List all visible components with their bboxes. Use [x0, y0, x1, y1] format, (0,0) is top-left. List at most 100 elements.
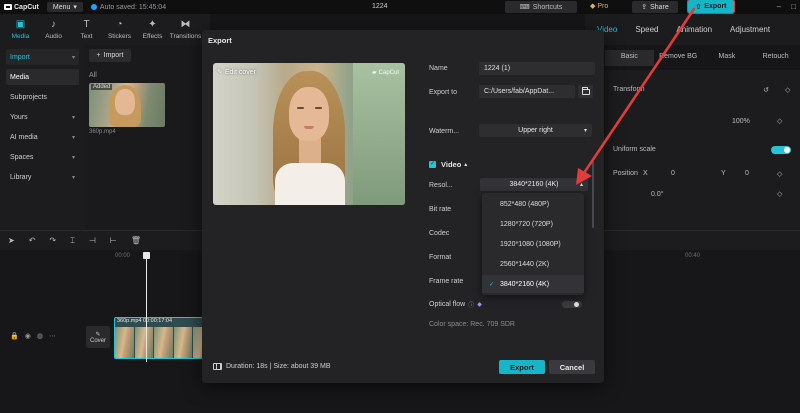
tool-effects[interactable]: ✦ Effects [136, 14, 169, 45]
x-value[interactable]: 0 [671, 170, 675, 177]
dialog-scrollbar[interactable] [592, 158, 594, 228]
bitrate-label: Bit rate [429, 206, 452, 213]
scale-value[interactable]: 100% [732, 118, 750, 125]
sidebar-item-subprojects[interactable]: Subprojects [6, 89, 79, 105]
sidebar-item-label: Import [10, 53, 30, 61]
sidebar-item-ai-media[interactable]: AI media ▾ [6, 129, 79, 145]
video-clip[interactable]: 360p.mp4 00:00:17:04 [114, 317, 214, 359]
shortcuts-label: Shortcuts [532, 3, 563, 11]
resolution-option-1080p[interactable]: 1920*1080 (1080P) [482, 235, 584, 253]
watermark-select[interactable]: Upper right ▾ [479, 124, 592, 137]
autosave-text: Auto saved: 15:45:04 [99, 3, 167, 11]
undo-icon[interactable]: ↶ [29, 236, 36, 245]
eye-icon[interactable]: ◉ [25, 332, 31, 340]
subtab-mask[interactable]: Mask [703, 50, 752, 66]
sidebar-item-yours[interactable]: Yours ▾ [6, 109, 79, 125]
reset-icon[interactable]: ↺ [763, 86, 769, 94]
minimize-icon[interactable]: – [777, 2, 781, 11]
subtab-retouch[interactable]: Retouch [751, 50, 800, 66]
ruler-start: 00:00 [115, 253, 131, 259]
split-left-icon[interactable]: ⊣ [89, 236, 96, 245]
video-checkbox[interactable]: ✓ [429, 161, 436, 168]
keyframe-icon[interactable]: ◇ [785, 86, 790, 94]
delete-icon[interactable]: 🗑 [131, 236, 141, 245]
playhead[interactable] [143, 252, 150, 362]
chevron-down-icon: ▾ [71, 134, 75, 141]
sidebar-item-label: Media [10, 73, 30, 81]
name-input[interactable]: 1224 (1) [479, 62, 595, 75]
chevron-down-icon: ▾ [71, 154, 75, 161]
split-icon[interactable]: ⌶ [70, 236, 75, 246]
chevron-down-icon: ▾ [73, 4, 77, 11]
video-section-label: Video [441, 160, 462, 169]
shortcuts-button[interactable]: ⌨ Shortcuts [505, 1, 577, 13]
split-right-icon[interactable]: ⊢ [110, 236, 117, 245]
subtab-remove-bg[interactable]: Remove BG [654, 50, 703, 66]
cancel-button[interactable]: Cancel [549, 360, 595, 374]
tool-transitions[interactable]: ⧓ Transitions [169, 14, 202, 45]
resolution-option-4k[interactable]: ✓ 3840*2160 (4K) [482, 275, 584, 293]
optical-flow-toggle[interactable] [562, 301, 582, 308]
y-value[interactable]: 0 [745, 170, 749, 177]
sidebar-item-media[interactable]: Media [6, 69, 79, 85]
checkmark-icon: ✓ [489, 281, 495, 288]
more-icon[interactable]: ⋯ [49, 332, 56, 340]
edit-cover-label: Edit cover [224, 68, 256, 76]
resolution-option-720p[interactable]: 1280*720 (720P) [482, 215, 584, 233]
effects-icon: ✦ [148, 18, 157, 30]
edit-cover-button[interactable]: ✎ Edit cover [217, 68, 256, 77]
import-button[interactable]: + Import [89, 49, 131, 62]
maximize-icon[interactable]: □ [791, 2, 796, 11]
redo-icon[interactable]: ↷ [49, 236, 56, 245]
keyframe-icon[interactable]: ◇ [777, 117, 782, 125]
chevron-down-icon: ▾ [583, 128, 587, 134]
inspector-subtabs: Basic Remove BG Mask Retouch [605, 50, 800, 66]
resolution-option-2k[interactable]: 2560*1440 (2K) [482, 255, 584, 273]
resolution-option-480p[interactable]: 852*480 (480P) [482, 195, 584, 213]
tool-media[interactable]: ▣ Media [4, 14, 37, 45]
export-button[interactable]: Export [499, 360, 545, 374]
info-icon[interactable]: ⓘ [468, 300, 474, 309]
cover-button[interactable]: ✎ Cover [86, 326, 110, 348]
keyframe-icon[interactable]: ◇ [777, 170, 782, 178]
audio-icon: ♪ [51, 18, 56, 30]
mute-icon[interactable]: ◍ [37, 332, 43, 340]
tool-text[interactable]: T Text [70, 14, 103, 45]
tab-animation[interactable]: Animation [676, 25, 712, 34]
subtab-basic[interactable]: Basic [605, 50, 654, 66]
resolution-select[interactable]: 3840*2160 (4K) ▴ [480, 178, 588, 191]
tab-adjustment[interactable]: Adjustment [730, 25, 770, 34]
tab-speed[interactable]: Speed [635, 25, 658, 34]
added-badge: Added [91, 84, 113, 90]
diamond-icon: ◆ [477, 302, 482, 308]
pro-button[interactable]: ◆ Pro [590, 2, 609, 11]
color-space-text: Color space: Rec. 709 SDR [429, 321, 515, 328]
export-path-input[interactable]: C:/Users/fab/AppDat... [479, 85, 575, 98]
sidebar-item-library[interactable]: Library ▾ [6, 169, 79, 185]
pro-label: Pro [597, 2, 609, 10]
media-thumbnail[interactable]: Added [89, 83, 165, 127]
browse-folder-button[interactable] [578, 85, 593, 98]
cover-preview: ✎ Edit cover ▰ CapCut [213, 63, 405, 205]
cloud-icon [90, 4, 97, 10]
export-top-button[interactable]: ⇧ Export [687, 0, 735, 14]
tool-audio[interactable]: ♪ Audio [37, 14, 70, 45]
filter-all-label[interactable]: All [89, 72, 206, 79]
menu-button[interactable]: Menu ▾ [46, 2, 83, 12]
export-summary-text: Duration: 18s | Size: about 39 MB [226, 363, 331, 370]
uniform-scale-toggle[interactable] [771, 145, 791, 154]
tool-stickers[interactable]: ◔ Stickers [103, 14, 136, 45]
y-label: Y [721, 170, 726, 177]
keyframe-icon[interactable]: ◇ [777, 190, 782, 198]
share-button[interactable]: ⇪ Share [632, 1, 678, 13]
sidebar-item-label: AI media [10, 133, 38, 141]
framerate-label: Frame rate [429, 278, 464, 285]
lock-icon[interactable]: 🔒 [10, 332, 19, 340]
sidebar-item-spaces[interactable]: Spaces ▾ [6, 149, 79, 165]
share-icon: ⇪ [641, 4, 648, 11]
rotate-value[interactable]: 0.0° [651, 191, 664, 198]
sidebar-item-import[interactable]: Import ▾ [6, 49, 79, 65]
select-tool-icon[interactable]: ➤ [8, 236, 15, 245]
media-icon: ▣ [15, 18, 26, 30]
video-section-header[interactable]: Video ▴ [441, 160, 467, 169]
